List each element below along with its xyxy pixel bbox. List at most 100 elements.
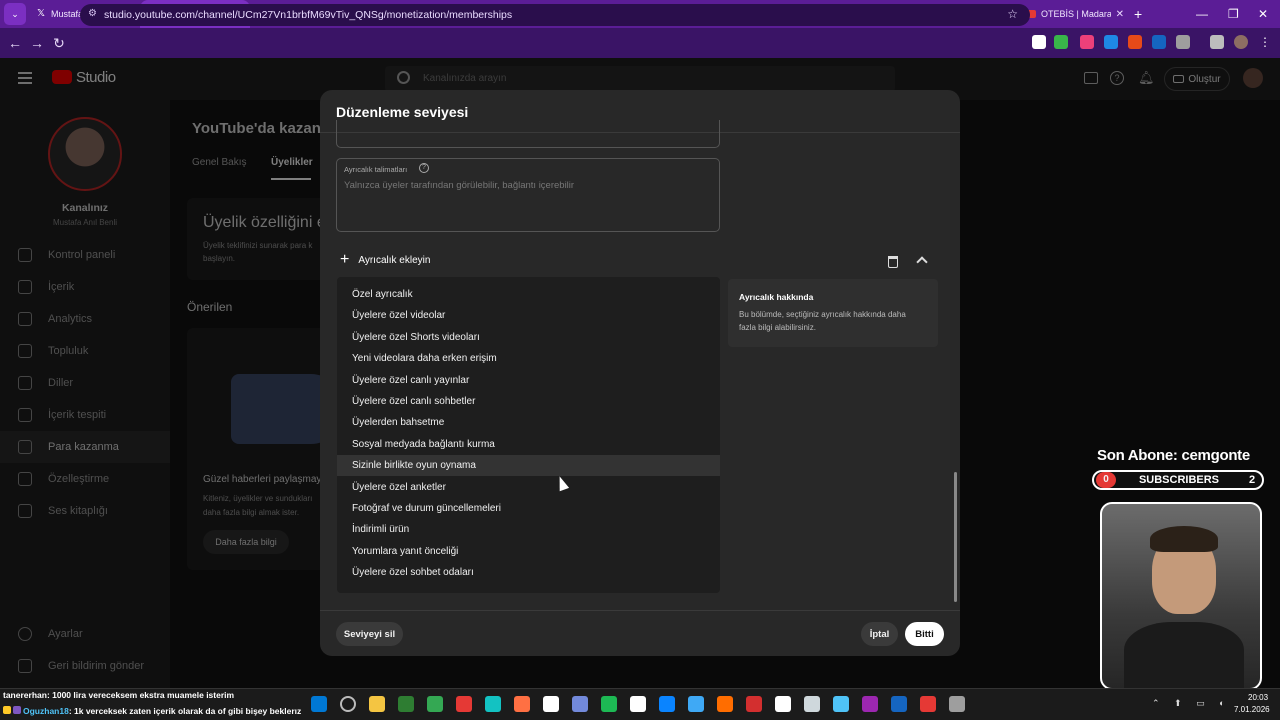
streamer-shirt bbox=[1124, 622, 1244, 688]
fm-icon[interactable] bbox=[891, 696, 907, 712]
settings-icon[interactable] bbox=[804, 696, 820, 712]
chat-message: tanererhan: 1000 lira vereceksem ekstra … bbox=[3, 690, 234, 700]
clock-time[interactable]: 20:03 bbox=[1248, 693, 1268, 702]
reading-list-icon[interactable] bbox=[1210, 35, 1224, 49]
obs-icon[interactable] bbox=[949, 696, 965, 712]
perk-instructions-field[interactable]: Ayrıcalık talimatları ? Yalnızca üyeler … bbox=[336, 158, 720, 232]
trash-icon[interactable] bbox=[888, 256, 898, 268]
add-perk-label: Ayrıcalık ekleyin bbox=[358, 254, 431, 266]
chat-badge-icon bbox=[3, 706, 11, 714]
cancel-button[interactable]: İptal bbox=[861, 622, 898, 646]
tab-search-button[interactable]: ⌄ bbox=[4, 3, 26, 25]
subscriber-count-left: 0 bbox=[1096, 472, 1116, 488]
last-subscriber-label: Son Abone: cemgonte bbox=[1097, 447, 1250, 464]
perk-options-list: Özel ayrıcalık Üyelere özel videolar Üyele… bbox=[337, 277, 720, 593]
subscribers-label: SUBSCRIBERS bbox=[1138, 474, 1220, 486]
edit-tier-dialog: Düzenleme seviyesi Ayrıcalık talimatları… bbox=[320, 90, 960, 656]
perk-option[interactable]: Sosyal medyada bağlantı kurma bbox=[337, 434, 720, 455]
perk-option[interactable]: Yeni videolara daha erken erişim bbox=[337, 348, 720, 369]
perk-instructions-label: Ayrıcalık talimatları bbox=[344, 165, 408, 174]
perk-instructions-input[interactable]: Yalnızca üyeler tarafından görülebilir, … bbox=[344, 180, 574, 191]
subscriber-counter: 0 SUBSCRIBERS 2 bbox=[1092, 470, 1264, 490]
delete-tier-button[interactable]: Seviyeyi sil bbox=[336, 622, 403, 646]
illustrator-icon[interactable] bbox=[717, 696, 733, 712]
site-info-icon[interactable]: ⚙ bbox=[88, 8, 97, 19]
capcut-icon[interactable] bbox=[630, 696, 646, 712]
yandex-icon[interactable] bbox=[543, 696, 559, 712]
clock-date[interactable]: 7.01.2026 bbox=[1234, 705, 1270, 714]
chrome-icon[interactable] bbox=[427, 696, 443, 712]
perk-option[interactable]: Üyelere özel Shorts videoları bbox=[337, 327, 720, 348]
perk-option[interactable]: Üyelere özel videolar bbox=[337, 305, 720, 326]
tab-title: OTEBİS | Madara bbox=[1041, 9, 1111, 19]
perk-option[interactable]: Üyelere özel sohbet odaları bbox=[337, 562, 720, 583]
profile-avatar-icon[interactable] bbox=[1234, 35, 1248, 49]
chrome-icon[interactable] bbox=[398, 696, 414, 712]
perk-option[interactable]: İndirimli ürün bbox=[337, 519, 720, 540]
close-icon[interactable]: ✕ bbox=[1116, 9, 1124, 20]
perk-info-title: Ayrıcalık hakkında bbox=[739, 292, 814, 302]
firefox-icon[interactable] bbox=[514, 696, 530, 712]
restore-button[interactable]: ❐ bbox=[1228, 0, 1239, 28]
perk-option[interactable]: Özel ayrıcalık bbox=[337, 284, 720, 305]
chat-user: Oguzhan18 bbox=[23, 706, 69, 716]
add-perk-button[interactable]: + Ayrıcalık ekleyin bbox=[340, 252, 430, 268]
extension-icon[interactable] bbox=[1054, 35, 1068, 49]
minimize-button[interactable]: — bbox=[1196, 0, 1208, 28]
done-button[interactable]: Bitti bbox=[905, 622, 944, 646]
chat-badge-icon bbox=[13, 706, 21, 714]
chat-text: : 1k verceksek zaten içerik olarak da of… bbox=[68, 706, 302, 716]
perk-option[interactable]: Üyelere özel anketler bbox=[337, 477, 720, 498]
perk-option[interactable]: Sizinle birlikte oyun oynama bbox=[337, 455, 720, 477]
discord-icon[interactable] bbox=[572, 696, 588, 712]
windows-start-icon[interactable] bbox=[311, 696, 327, 712]
chat-text: : 1000 lira vereceksem ekstra muamele is… bbox=[46, 690, 235, 700]
spotify-icon[interactable] bbox=[601, 696, 617, 712]
perk-option[interactable]: Üyelere özel canlı sohbetler bbox=[337, 391, 720, 412]
browser-menu-icon[interactable]: ⋮ bbox=[1258, 35, 1272, 49]
bookmark-star-icon[interactable]: ☆ bbox=[1007, 7, 1018, 21]
photoshop-icon[interactable] bbox=[659, 696, 675, 712]
dialog-scrollbar[interactable] bbox=[954, 472, 957, 602]
perk-option[interactable]: Üyelere özel canlı yayınlar bbox=[337, 370, 720, 391]
previous-input-field[interactable] bbox=[336, 120, 720, 148]
file-explorer-icon[interactable] bbox=[369, 696, 385, 712]
tray-icons: ⌃ ⬆ ▭ ◐ bbox=[1152, 698, 1231, 708]
plus-icon: + bbox=[340, 251, 350, 268]
extension-icon[interactable] bbox=[1104, 35, 1118, 49]
chevron-up-icon[interactable] bbox=[916, 256, 928, 268]
acrobat-icon[interactable] bbox=[746, 696, 762, 712]
steam-icon[interactable] bbox=[688, 696, 704, 712]
extension-icon[interactable] bbox=[1152, 35, 1166, 49]
perk-option[interactable]: Üyelerden bahsetme bbox=[337, 412, 720, 433]
perk-info-panel: Ayrıcalık hakkında Bu bölümde, seçtiğini… bbox=[728, 279, 938, 347]
close-window-button[interactable]: ✕ bbox=[1258, 0, 1268, 28]
help-icon[interactable]: ? bbox=[419, 163, 429, 173]
subscriber-count-right: 2 bbox=[1248, 474, 1256, 486]
streamer-hair bbox=[1150, 526, 1218, 552]
x-icon: 𝕏 bbox=[36, 8, 46, 19]
chat-user: tanererhan bbox=[3, 690, 47, 700]
perk-option[interactable]: Yorumlara yanıt önceliği bbox=[337, 541, 720, 562]
extensions-puzzle-icon[interactable] bbox=[1176, 35, 1190, 49]
perk-option[interactable]: Fotoğraf ve durum güncellemeleri bbox=[337, 498, 720, 519]
browser-tab[interactable]: OTEBİS | Madara ✕ bbox=[1020, 0, 1130, 28]
recorder-icon[interactable] bbox=[775, 696, 791, 712]
extension-icon[interactable] bbox=[1032, 35, 1046, 49]
app-icon[interactable] bbox=[485, 696, 501, 712]
camera-icon[interactable] bbox=[920, 696, 936, 712]
extension-icon[interactable] bbox=[1128, 35, 1142, 49]
perk-info-text: fazla bilgi alabilirsiniz. bbox=[739, 323, 816, 332]
back-icon[interactable]: ← bbox=[4, 35, 26, 51]
new-tab-button[interactable]: + bbox=[1134, 6, 1142, 22]
reload-icon[interactable]: ↻ bbox=[48, 35, 70, 52]
dialog-title: Düzenleme seviyesi bbox=[336, 104, 469, 120]
url-field[interactable]: ⚙ studio.youtube.com/channel/UCm27Vn1brb… bbox=[80, 4, 1030, 26]
extension-icon[interactable] bbox=[1080, 35, 1094, 49]
search-icon[interactable] bbox=[340, 696, 356, 712]
app-icon[interactable] bbox=[833, 696, 849, 712]
app-icon[interactable] bbox=[862, 696, 878, 712]
forward-icon[interactable]: → bbox=[26, 35, 48, 51]
opera-icon[interactable] bbox=[456, 696, 472, 712]
perk-info-text: Bu bölümde, seçtiğiniz ayrıcalık hakkınd… bbox=[739, 310, 906, 319]
